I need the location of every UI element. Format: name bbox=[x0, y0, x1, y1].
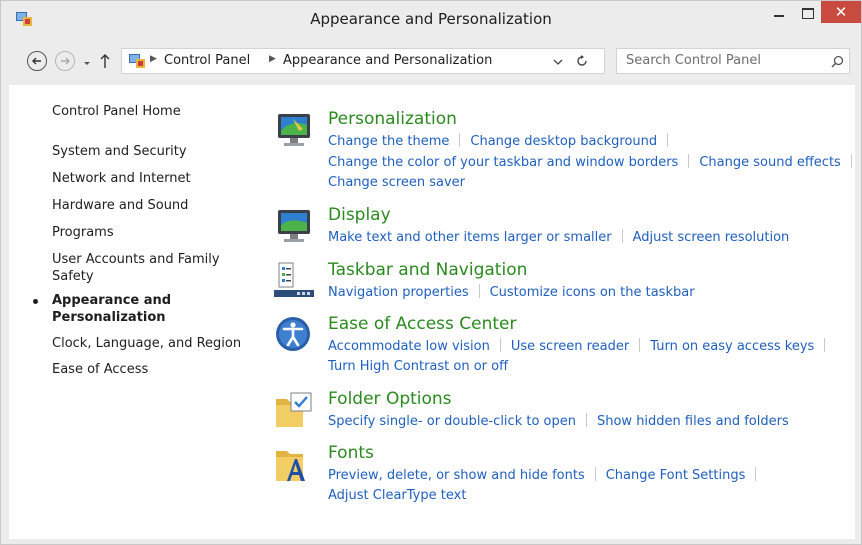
category-title[interactable]: Display bbox=[328, 205, 391, 225]
divider bbox=[824, 338, 826, 352]
sidebar-item-appearance: Appearance and Personalization bbox=[52, 293, 172, 325]
forward-button[interactable] bbox=[55, 51, 75, 71]
task-link[interactable]: Show hidden files and folders bbox=[597, 414, 789, 429]
title-bar: Appearance and Personalization ✕ bbox=[1, 1, 861, 39]
refresh-icon[interactable] bbox=[575, 54, 589, 68]
divider bbox=[459, 133, 461, 147]
close-button[interactable]: ✕ bbox=[821, 1, 861, 23]
divider bbox=[755, 467, 757, 481]
control-panel-window: Appearance and Personalization ✕ ▶ Contr… bbox=[0, 0, 862, 545]
back-button[interactable] bbox=[27, 51, 47, 71]
chevron-down-icon[interactable] bbox=[552, 56, 564, 68]
sidebar-item-programs[interactable]: Programs bbox=[52, 224, 252, 241]
search-icon[interactable] bbox=[831, 55, 844, 68]
minimize-button[interactable] bbox=[765, 1, 793, 27]
task-links: Specify single- or double-click to open S… bbox=[328, 413, 789, 429]
taskbar-icon bbox=[274, 262, 314, 297]
task-link[interactable]: Change the color of your taskbar and win… bbox=[328, 155, 678, 170]
divider bbox=[499, 338, 501, 352]
personalization-icon bbox=[278, 114, 310, 146]
recent-locations-dropdown[interactable] bbox=[81, 57, 93, 69]
divider bbox=[594, 467, 596, 481]
divider bbox=[850, 154, 852, 168]
task-links: Adjust ClearType text bbox=[328, 488, 466, 503]
control-panel-icon bbox=[129, 54, 145, 68]
window-title: Appearance and Personalization bbox=[310, 10, 552, 28]
back-arrow-icon bbox=[32, 57, 41, 65]
task-link[interactable]: Navigation properties bbox=[328, 285, 469, 300]
task-link[interactable]: Use screen reader bbox=[511, 339, 629, 354]
address-bar[interactable]: ▶ Control Panel ▶ Appearance and Persona… bbox=[121, 48, 605, 74]
task-link[interactable]: Turn on easy access keys bbox=[650, 339, 814, 354]
display-icon bbox=[278, 210, 310, 242]
task-links: Make text and other items larger or smal… bbox=[328, 229, 789, 245]
task-links: Change the theme Change desktop backgroun… bbox=[328, 133, 678, 149]
ease-of-access-icon bbox=[276, 317, 310, 351]
task-link[interactable]: Customize icons on the taskbar bbox=[490, 285, 695, 300]
divider bbox=[688, 154, 690, 168]
task-link[interactable]: Change the theme bbox=[328, 134, 449, 149]
divider bbox=[585, 413, 587, 427]
fonts-icon bbox=[276, 451, 305, 481]
breadcrumb-control-panel[interactable]: Control Panel bbox=[164, 53, 250, 68]
category-title[interactable]: Personalization bbox=[328, 109, 457, 129]
maximize-button[interactable] bbox=[793, 1, 821, 27]
divider bbox=[639, 338, 641, 352]
task-link[interactable]: Change Font Settings bbox=[606, 468, 746, 483]
task-links: Change the color of your taskbar and win… bbox=[328, 154, 862, 170]
category-title[interactable]: Ease of Access Center bbox=[328, 314, 517, 334]
task-links: Turn High Contrast on or off bbox=[328, 359, 508, 374]
category-title[interactable]: Folder Options bbox=[328, 389, 452, 409]
task-link[interactable]: Preview, delete, or show and hide fonts bbox=[328, 468, 585, 483]
task-link[interactable]: Change desktop background bbox=[470, 134, 657, 149]
sidebar-item-clock-region[interactable]: Clock, Language, and Region bbox=[52, 335, 252, 352]
sidebar-item-home[interactable]: Control Panel Home bbox=[52, 103, 252, 120]
content-area: Control Panel Home System and Security N… bbox=[9, 85, 855, 539]
task-link[interactable]: Change sound effects bbox=[699, 155, 840, 170]
search-box[interactable]: Search Control Panel bbox=[616, 48, 850, 74]
folder-options-icon bbox=[276, 392, 312, 427]
divider bbox=[667, 133, 669, 147]
task-link[interactable]: Adjust screen resolution bbox=[633, 230, 790, 245]
sidebar-item-network[interactable]: Network and Internet bbox=[52, 170, 252, 187]
task-link[interactable]: Adjust ClearType text bbox=[328, 488, 466, 503]
sidebar-item-ease-of-access[interactable]: Ease of Access bbox=[52, 361, 252, 378]
task-links: Navigation properties Customize icons on … bbox=[328, 284, 695, 300]
task-link[interactable]: Turn High Contrast on or off bbox=[328, 359, 508, 374]
divider bbox=[478, 284, 480, 298]
sidebar-item-hardware-sound[interactable]: Hardware and Sound bbox=[52, 197, 252, 214]
chevron-right-icon[interactable]: ▶ bbox=[150, 54, 157, 64]
task-link[interactable]: Accommodate low vision bbox=[328, 339, 490, 354]
task-link[interactable]: Change screen saver bbox=[328, 175, 465, 190]
task-link[interactable]: Make text and other items larger or smal… bbox=[328, 230, 612, 245]
task-link[interactable]: Specify single- or double-click to open bbox=[328, 414, 576, 429]
forward-arrow-icon bbox=[61, 57, 70, 65]
search-input[interactable]: Search Control Panel bbox=[626, 53, 761, 68]
close-icon: ✕ bbox=[834, 3, 848, 21]
category-title[interactable]: Fonts bbox=[328, 443, 374, 463]
sidebar-item-user-accounts[interactable]: User Accounts and Family Safety bbox=[52, 251, 232, 285]
current-item-bullet bbox=[33, 299, 38, 304]
task-links: Preview, delete, or show and hide fonts C… bbox=[328, 467, 766, 483]
breadcrumb-appearance[interactable]: Appearance and Personalization bbox=[283, 53, 492, 68]
up-arrow-icon[interactable] bbox=[98, 52, 112, 70]
sidebar-item-system-security[interactable]: System and Security bbox=[52, 143, 252, 160]
category-title[interactable]: Taskbar and Navigation bbox=[328, 260, 527, 280]
task-links: Accommodate low vision Use screen reader T… bbox=[328, 338, 835, 354]
navigation-bar: ▶ Control Panel ▶ Appearance and Persona… bbox=[1, 45, 861, 79]
task-links: Change screen saver bbox=[328, 175, 465, 190]
chevron-right-icon[interactable]: ▶ bbox=[269, 54, 276, 64]
divider bbox=[621, 229, 623, 243]
